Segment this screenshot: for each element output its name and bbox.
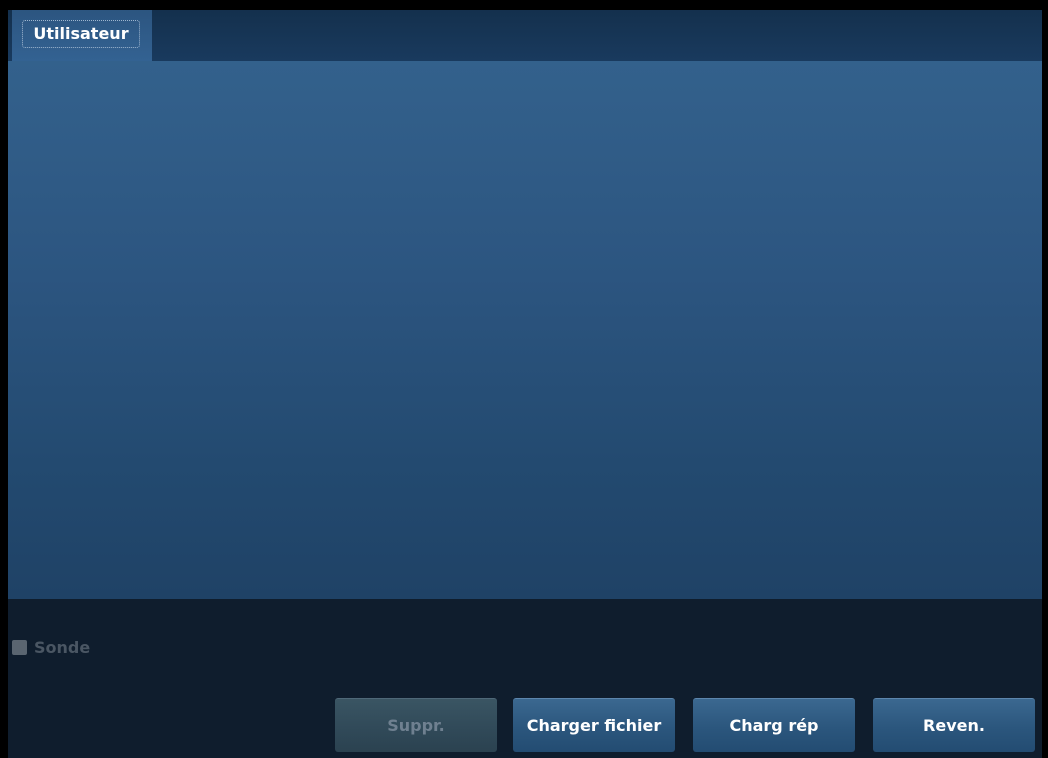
load-directory-button[interactable]: Charg rép bbox=[693, 698, 855, 752]
load-file-button[interactable]: Charger fichier bbox=[513, 698, 675, 752]
probe-checkbox[interactable] bbox=[12, 639, 27, 655]
tab-user-label: Utilisateur bbox=[22, 20, 140, 48]
back-button[interactable]: Reven. bbox=[873, 698, 1035, 752]
user-list-panel bbox=[8, 61, 1042, 599]
preset-dialog: Utilisateur Sonde Suppr. Charger fichier… bbox=[8, 10, 1042, 758]
delete-button[interactable]: Suppr. bbox=[335, 698, 497, 752]
probe-option[interactable]: Sonde bbox=[12, 637, 91, 657]
tab-bar: Utilisateur bbox=[8, 10, 1042, 61]
tab-user[interactable]: Utilisateur bbox=[12, 10, 152, 61]
probe-label: Sonde bbox=[34, 637, 91, 657]
